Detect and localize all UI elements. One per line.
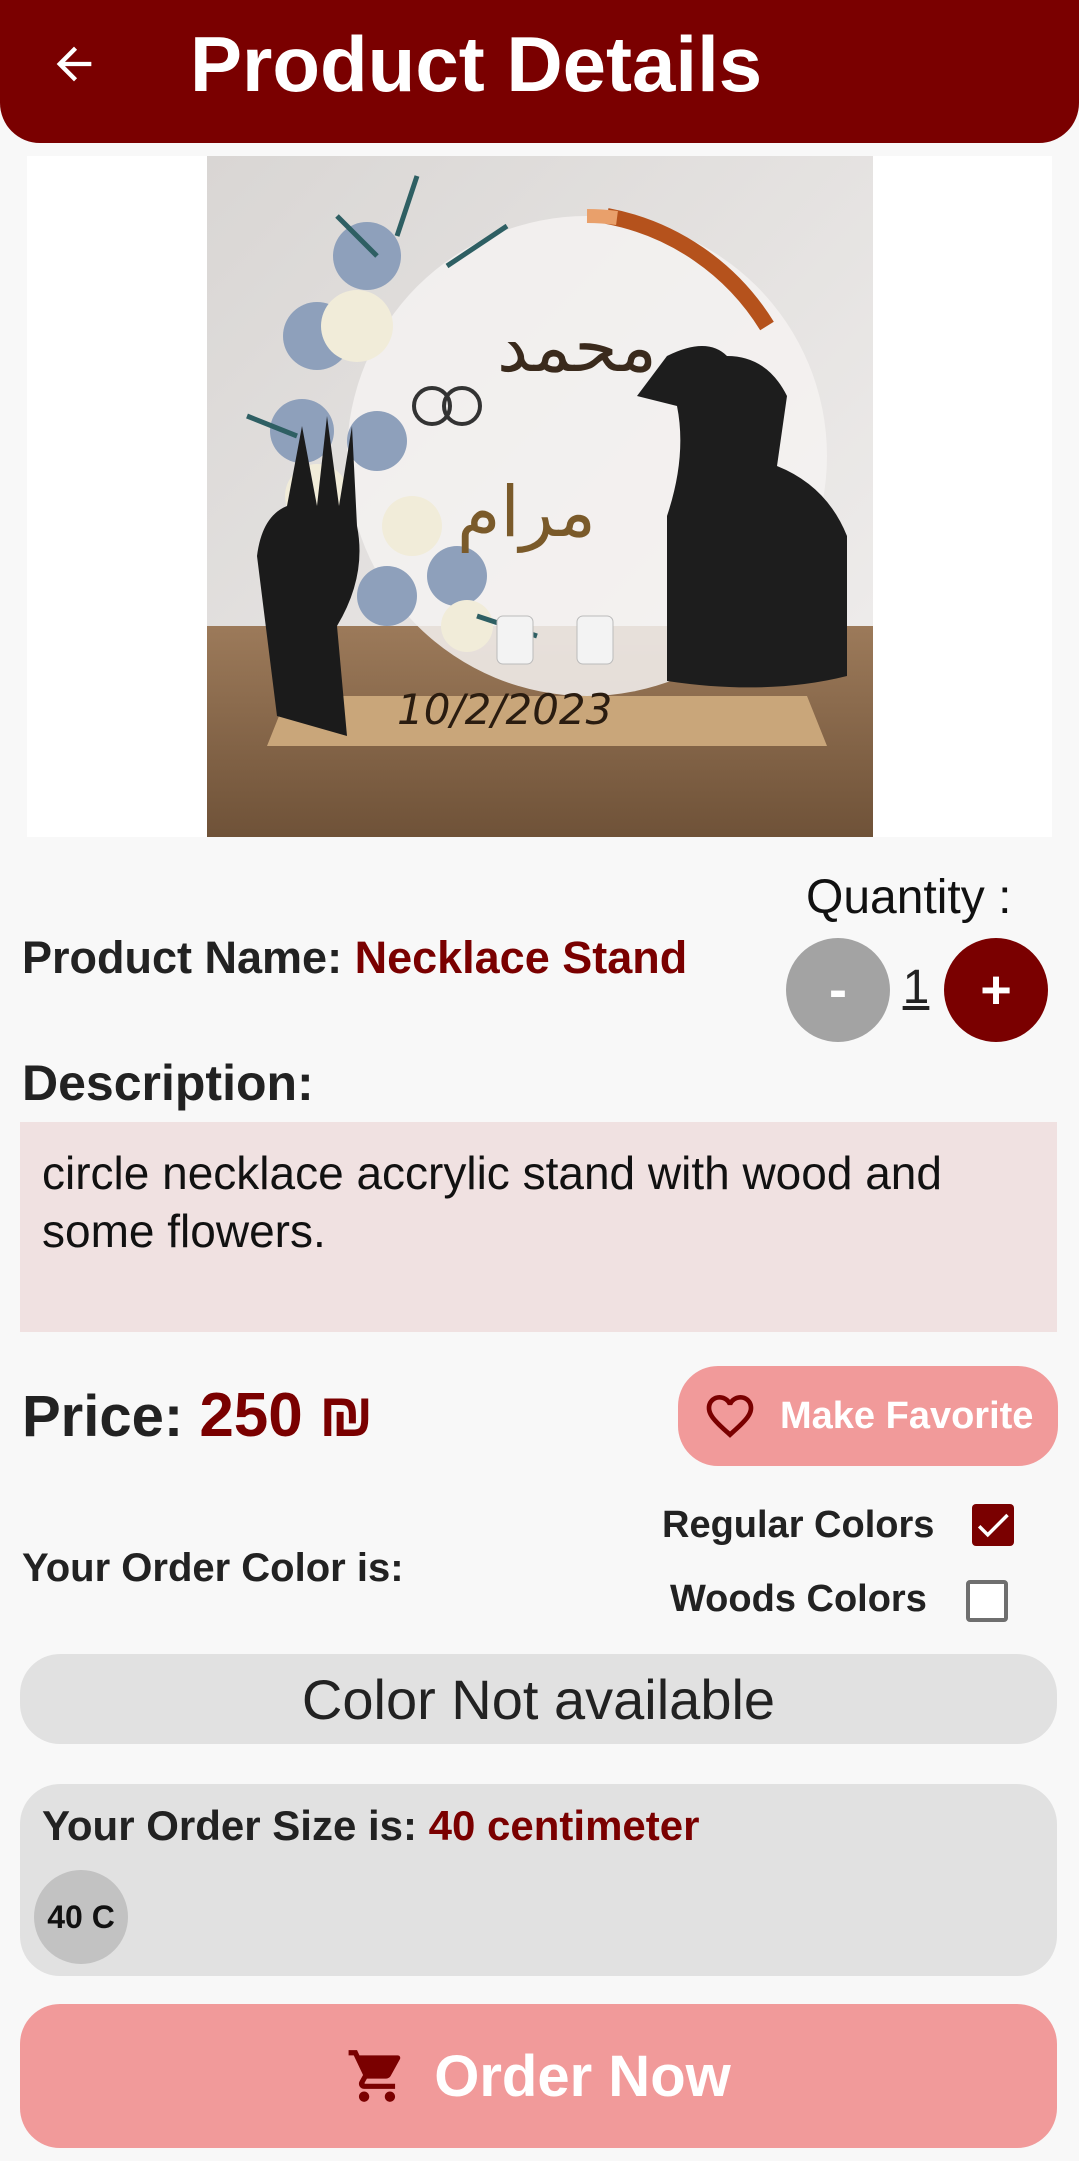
regular-colors-checkbox[interactable] [972, 1504, 1014, 1546]
product-image-frame: محمد مرام 10/2/2023 [27, 156, 1052, 837]
regular-colors-label: Regular Colors [662, 1504, 935, 1546]
description-label: Description: [22, 1055, 314, 1111]
checkmark-icon [977, 1513, 1009, 1538]
page-title: Product Details [190, 20, 763, 108]
quantity-value: 1 [902, 961, 930, 1014]
heart-outline-icon [706, 1395, 754, 1438]
app-bar: Product Details [0, 0, 1079, 143]
order-size-value: 40 centimeter [428, 1802, 700, 1849]
photo-text-top: محمد [497, 306, 657, 388]
photo-text-bottom: مرام [457, 471, 596, 553]
price-value: 250 [199, 1381, 303, 1450]
make-favorite-label: Make Favorite [780, 1394, 1034, 1437]
woods-colors-label: Woods Colors [670, 1578, 927, 1620]
color-availability-bar: Color Not available [20, 1654, 1057, 1744]
product-name-label: Product Name: [22, 932, 343, 983]
quantity-label: Quantity : [806, 871, 1012, 924]
currency-symbol: ₪ [318, 1381, 374, 1450]
order-size-row: Your Order Size is: 40 centimeter [42, 1802, 699, 1850]
price-row: Price: 250 ₪ [22, 1380, 374, 1451]
product-name-row: Product Name: Necklace Stand [22, 932, 687, 984]
color-availability-text: Color Not available [301, 1667, 776, 1731]
size-chip-40c[interactable]: 40 C [34, 1870, 128, 1964]
product-name-value: Necklace Stand [354, 932, 688, 983]
order-now-label: Order Now [434, 2043, 731, 2109]
photo-date-text: 10/2/2023 [397, 685, 612, 734]
description-text: circle necklace accrylic stand with wood… [20, 1122, 1057, 1332]
order-size-label: Your Order Size is: [42, 1802, 417, 1849]
quantity-decrease-button[interactable]: - [786, 938, 890, 1042]
woods-colors-checkbox[interactable] [966, 1580, 1008, 1622]
order-now-button[interactable]: Order Now [20, 2004, 1057, 2148]
back-button[interactable] [48, 38, 100, 90]
arrow-left-icon [56, 46, 92, 82]
cart-icon [348, 2050, 401, 2102]
make-favorite-button[interactable]: Make Favorite [678, 1366, 1058, 1466]
quantity-increase-button[interactable]: + [944, 938, 1048, 1042]
order-color-label: Your Order Color is: [22, 1546, 404, 1590]
price-label: Price: [22, 1384, 184, 1449]
product-photo: محمد مرام 10/2/2023 [207, 156, 873, 837]
